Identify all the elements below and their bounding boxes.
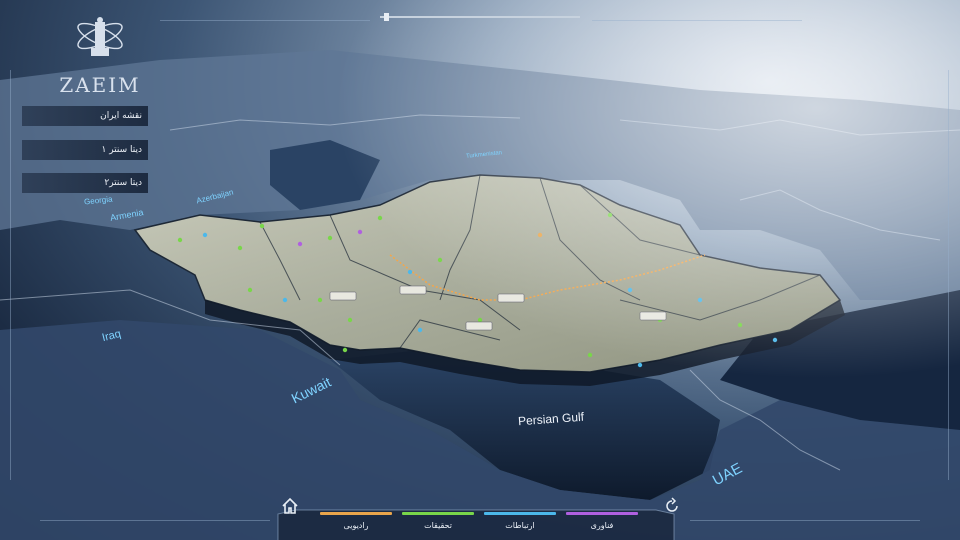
tab-label: ارتباطات [505, 521, 535, 530]
frame-left-line [10, 70, 11, 480]
top-slider-handle[interactable] [383, 13, 389, 21]
menu-item-label: دیتا سنتر۲ [104, 178, 142, 188]
top-slider-track [380, 16, 580, 18]
menu-item-datacenter-2[interactable]: دیتا سنتر۲ [22, 173, 148, 193]
tab-research[interactable]: تحقیقات [402, 512, 474, 536]
menu-item-datacenter-1[interactable]: دیتا سنتر ۱ [22, 140, 148, 160]
tab-color-bar [320, 512, 392, 515]
menu-item-iran-map[interactable]: نقشه ایران [22, 106, 148, 126]
tab-color-bar [484, 512, 556, 515]
tab-color-bar [402, 512, 474, 515]
tab-label: تحقیقات [424, 521, 452, 530]
tab-label: فناوری [590, 521, 614, 530]
home-button[interactable] [280, 496, 300, 516]
atom-logo-icon [77, 17, 123, 56]
frame-right-line [948, 70, 949, 480]
frame-bottom-line-left [40, 520, 270, 521]
refresh-icon [666, 497, 678, 512]
frame-bottom-line-right [690, 520, 920, 521]
tab-color-bar [566, 512, 638, 515]
frame-top-line-left [160, 20, 370, 21]
logo-text: ZAEIM [59, 73, 141, 97]
menu-item-label: نقشه ایران [100, 111, 142, 121]
bottom-control-bar: رادیویی تحقیقات ارتباطات فناوری [276, 494, 678, 540]
tab-technology[interactable]: فناوری [566, 512, 638, 536]
refresh-button[interactable] [663, 497, 681, 515]
tab-radio[interactable]: رادیویی [320, 512, 392, 536]
home-icon [282, 497, 298, 514]
tab-communications[interactable]: ارتباطات [484, 512, 556, 536]
app-logo: ZAEIM [50, 12, 150, 97]
frame-top-line-right [592, 20, 802, 21]
tab-label: رادیویی [343, 521, 369, 530]
menu-item-label: دیتا سنتر ۱ [101, 145, 142, 155]
top-slider[interactable] [376, 12, 584, 22]
